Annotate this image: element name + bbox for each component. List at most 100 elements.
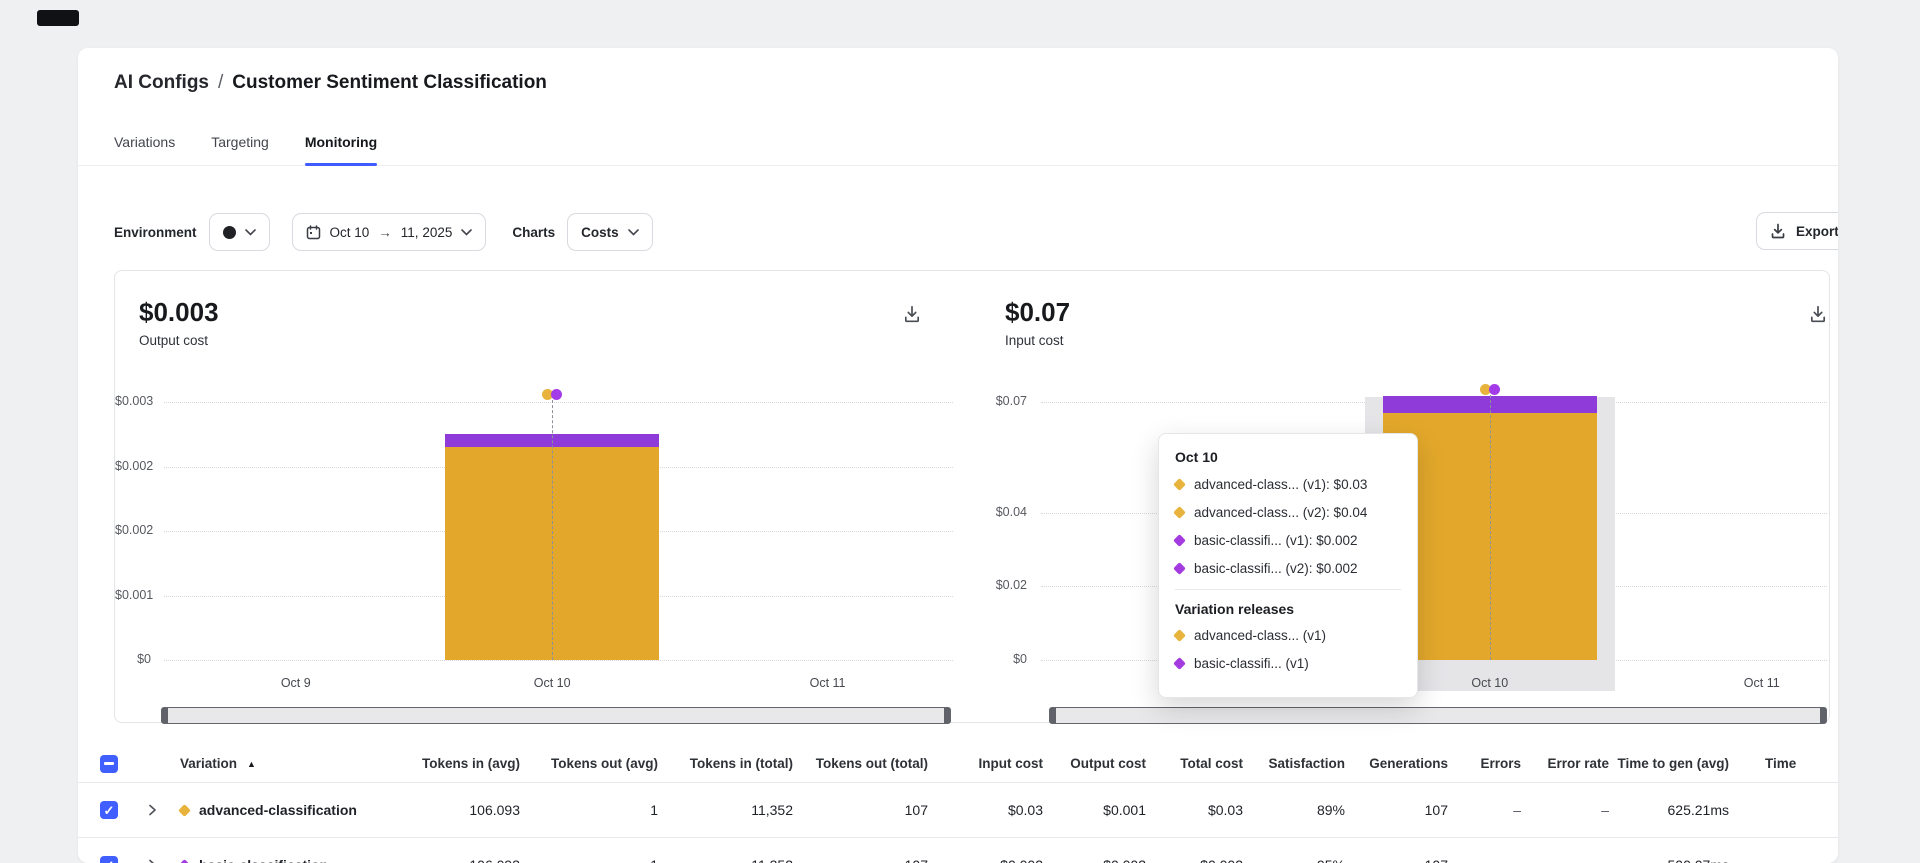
select-all-checkbox[interactable] [100,755,118,773]
column-header[interactable]: Errors [1448,756,1521,771]
column-header[interactable]: Total cost [1146,756,1243,771]
date-start: Oct 10 [330,225,370,240]
sort-ascending-icon: ▲ [247,759,256,769]
breadcrumb-ai-configs[interactable]: AI Configs [114,72,209,94]
column-header-variation[interactable]: Variation [180,756,237,771]
row-checkbox[interactable]: ✓ [100,801,118,819]
table-cell: 1 [520,802,658,818]
y-axis-tick: $0.002 [115,523,151,537]
input-cost-label: Input cost [1005,333,1064,348]
table-row: ✓advanced-classification106.093111,35210… [78,783,1838,838]
y-axis-tick: $0 [951,652,1027,666]
output-cost-label: Output cost [139,333,208,348]
purple-diamond-icon [178,859,191,863]
release-marker-line [1490,390,1491,660]
x-axis-tick: Oct 11 [1717,676,1807,690]
table-header-row: Variation ▲ Tokens in (avg)Tokens out (avg… [78,745,1838,783]
table-cell: 11,352 [658,802,793,818]
table-cell: $0.002 [1146,857,1243,863]
tooltip-item-text: basic-classifi... (v2): $0.002 [1194,561,1358,576]
row-checkbox[interactable]: ✓ [100,856,118,863]
purple-diamond-icon [1173,562,1186,575]
column-header[interactable]: Satisfaction [1243,756,1345,771]
chart-range-scrollbar[interactable] [161,707,951,724]
tab-targeting[interactable]: Targeting [211,134,269,165]
export-csv-button[interactable]: Export data as CS [1756,212,1838,250]
release-dot-basic[interactable] [551,389,562,400]
table-cell: $0.002 [1043,857,1146,863]
x-axis-tick: Oct 11 [783,676,873,690]
table-cell: $0.002 [928,857,1043,863]
date-range-picker[interactable]: Oct 10 → 11, 2025 [292,213,487,251]
chart-range-scrollbar[interactable] [1049,707,1827,724]
tooltip-item-text: basic-classifi... (v1) [1194,656,1309,671]
table-cell: 107 [793,802,928,818]
tab-variations[interactable]: Variations [114,134,175,165]
column-header[interactable]: Tokens out (avg) [520,756,658,771]
variation-name[interactable]: advanced-classification [199,802,357,818]
y-axis-tick: $0.07 [951,394,1027,408]
gold-diamond-icon [1173,629,1186,642]
check-mark: ✓ [104,859,115,863]
column-header[interactable]: Error rate [1521,756,1609,771]
table-cell: $0.03 [928,802,1043,818]
chevron-down-icon [461,229,472,236]
row-expander-chevron-icon[interactable] [144,802,160,818]
export-csv-label: Export data as CS [1796,224,1838,239]
column-header[interactable]: Time [1729,756,1838,771]
tooltip-releases-title: Variation releases [1175,601,1401,617]
chart-tooltip: Oct 10 advanced-class... (v1): $0.03 adva… [1158,433,1418,698]
table-cell: 95% [1243,857,1345,863]
date-arrow: → [378,225,392,240]
chart-download-icon[interactable] [1809,305,1827,323]
row-expander-chevron-icon[interactable] [144,857,160,863]
column-header[interactable]: Input cost [928,756,1043,771]
environment-select[interactable] [209,213,270,251]
purple-diamond-icon [1173,657,1186,670]
breadcrumb: AI Configs / Customer Sentiment Classifi… [114,72,547,94]
tooltip-series-item: basic-classifi... (v1): $0.002 [1175,533,1401,548]
gridline [164,402,953,403]
column-header[interactable]: Output cost [1043,756,1146,771]
chart-download-icon[interactable] [903,305,921,323]
column-header[interactable]: Tokens in (total) [658,756,793,771]
tooltip-series-item: advanced-class... (v2): $0.04 [1175,505,1401,520]
column-header[interactable]: Time to gen (avg) [1609,756,1729,771]
tooltip-divider [1175,589,1401,590]
charts-select[interactable]: Costs [567,213,653,251]
date-end: 11, 2025 [401,225,453,240]
release-dot-basic[interactable] [1489,384,1500,395]
environment-label: Environment [114,225,197,240]
environment-color-dot [223,226,236,239]
x-axis-tick: Oct 10 [507,676,597,690]
table-cell: 106.093 [360,802,520,818]
y-axis-tick: $0.002 [115,459,151,473]
download-icon [1770,223,1786,239]
tooltip-series-item: advanced-class... (v1): $0.03 [1175,477,1401,492]
table-cell: 107 [793,857,928,863]
page: AI Configs / Customer Sentiment Classifi… [0,0,1920,863]
table-cell: – [1448,857,1521,863]
column-header[interactable]: Tokens out (total) [793,756,928,771]
column-header[interactable]: Generations [1345,756,1448,771]
table-cell: 11,352 [658,857,793,863]
x-axis-tick: Oct 9 [251,676,341,690]
charts-label: Charts [512,225,555,240]
charts-panel: $0.003 Output cost $0.003$0.002$0.002$0.… [114,270,1830,723]
table-cell: 106.093 [360,857,520,863]
table-cell: 107 [1345,802,1448,818]
table-cell: 500.07ms [1609,857,1729,863]
table-cell: – [1521,802,1609,818]
tooltip-date: Oct 10 [1175,449,1401,465]
table-cell: – [1448,802,1521,818]
tooltip-release-item: basic-classifi... (v1) [1175,656,1401,671]
tooltip-item-text: basic-classifi... (v1): $0.002 [1194,533,1358,548]
variation-name[interactable]: basic-classification [199,857,328,863]
tooltip-series-item: basic-classifi... (v2): $0.002 [1175,561,1401,576]
input-cost-value: $0.07 [1005,297,1070,328]
tab-monitoring[interactable]: Monitoring [305,134,377,165]
table-cell: 1 [520,857,658,863]
tooltip-release-item: advanced-class... (v1) [1175,628,1401,643]
dark-corner-element [37,10,79,26]
column-header[interactable]: Tokens in (avg) [360,756,520,771]
